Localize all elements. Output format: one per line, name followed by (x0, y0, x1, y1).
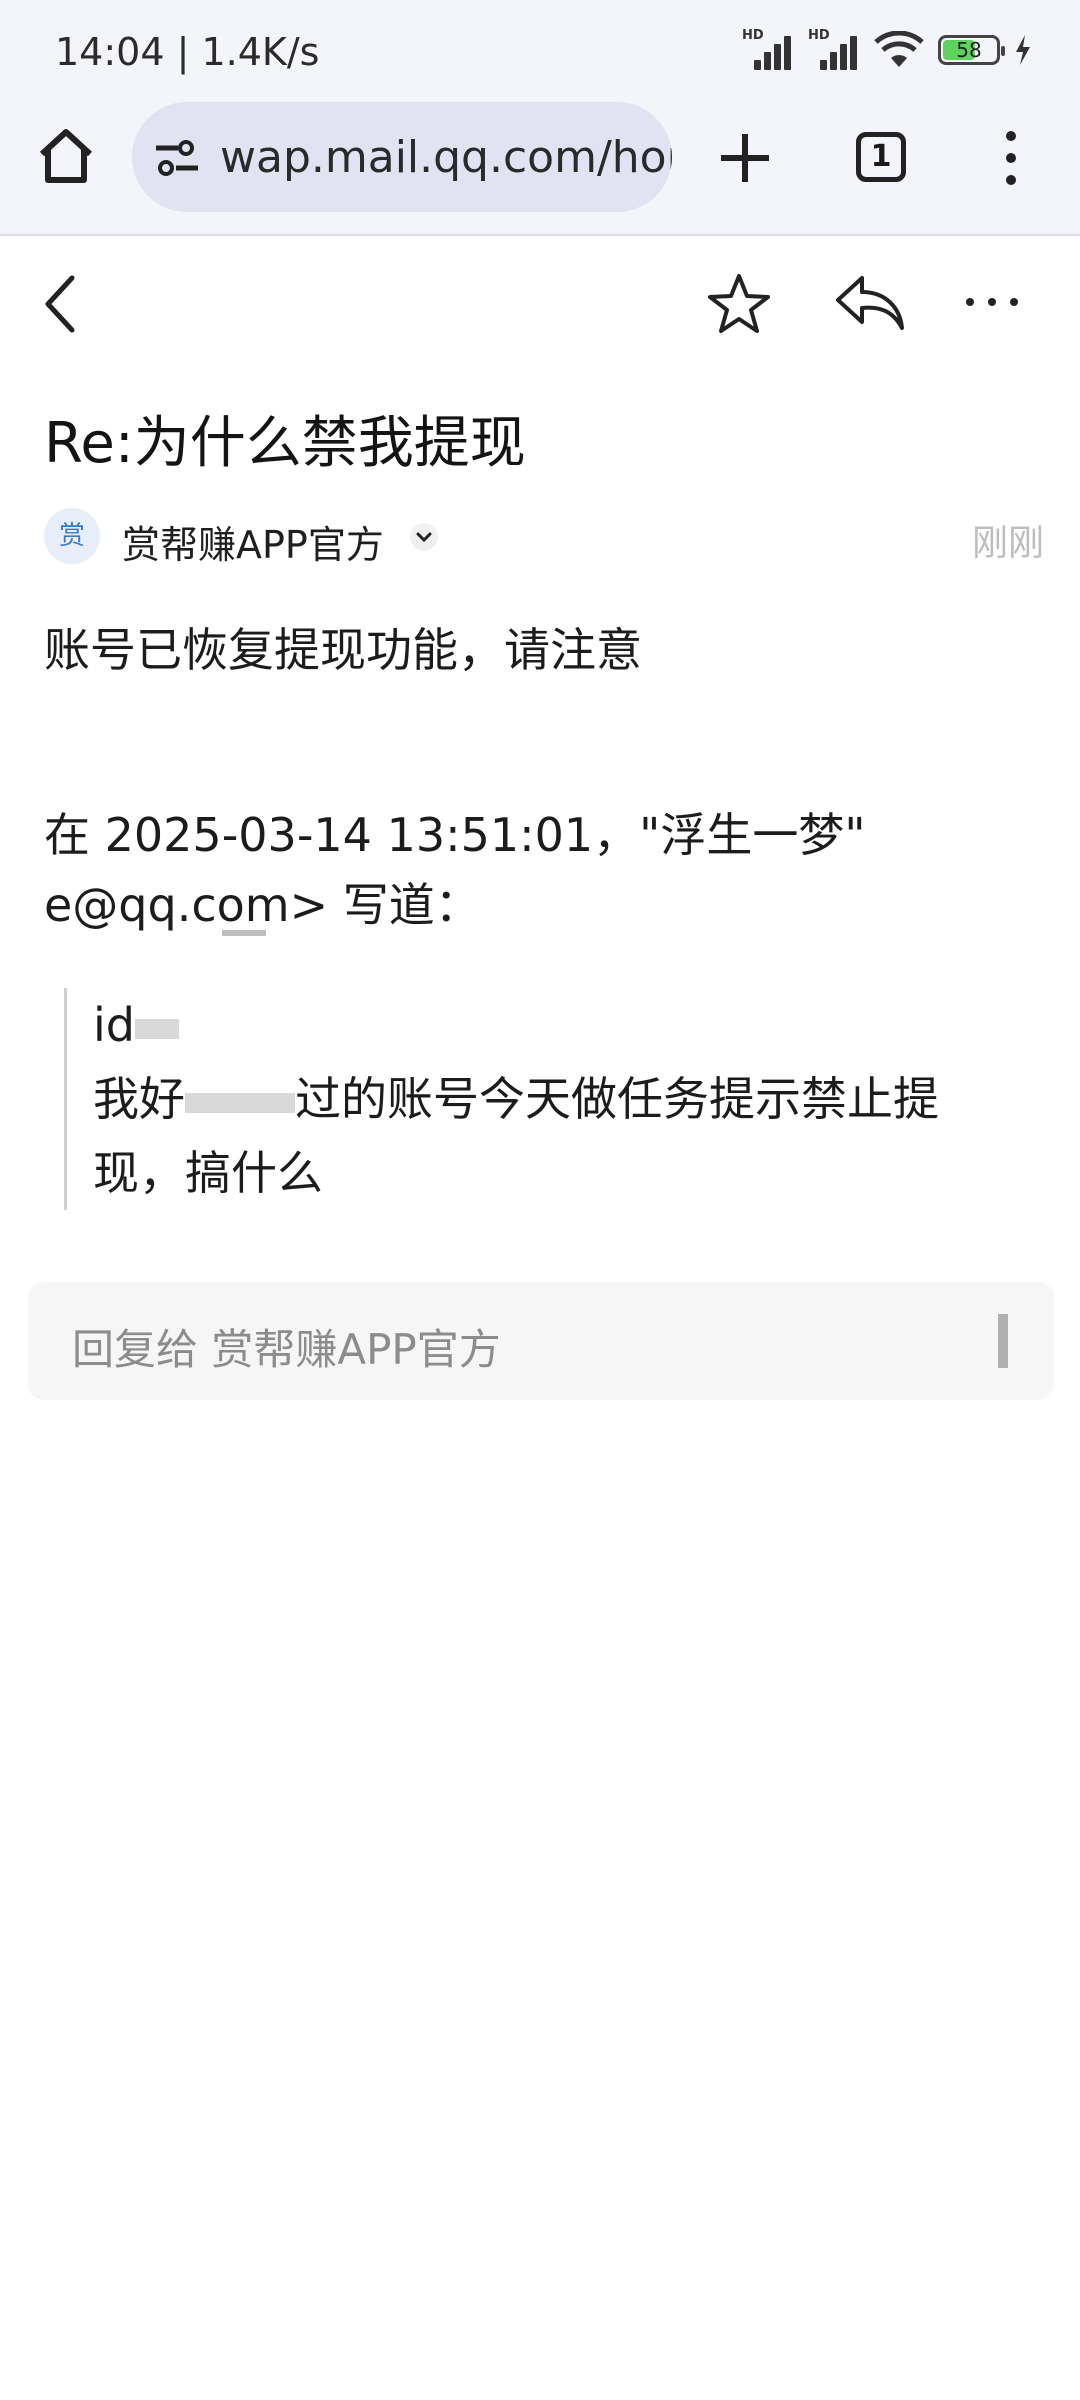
email-subject: Re:为什么禁我提现 (44, 411, 526, 476)
signal-hd-label: HD (742, 28, 764, 43)
home-icon[interactable] (34, 124, 98, 188)
signal-icon-2: HD (808, 28, 860, 70)
reply-input[interactable]: 回复给 赏帮赚APP官方 (28, 1282, 1054, 1400)
plus-icon[interactable] (715, 128, 775, 188)
reply-icon[interactable] (834, 272, 906, 334)
quote-line2: 我好 过的账号今天做任务提示禁止提 (93, 1062, 1044, 1136)
mail-header (0, 236, 1080, 366)
wifi-icon (874, 31, 924, 67)
quote-intro: 在 2025-03-14 13:51:01，"浮生一梦" e@qq.com> 写… (44, 800, 1044, 940)
sender-row[interactable]: 赏 赏帮赚APP官方 刚刚 (44, 508, 1044, 568)
sender-name[interactable]: 赏帮赚APP官方 (122, 514, 384, 569)
reply-cursor (998, 1314, 1008, 1368)
reply-placeholder: 回复给 赏帮赚APP官方 (72, 1325, 501, 1374)
redaction-mark (134, 1018, 179, 1039)
avatar[interactable]: 赏 (44, 508, 100, 564)
overflow-menu-icon[interactable] (996, 128, 1026, 188)
redaction-mark (185, 1092, 295, 1113)
signal-icon: HD (742, 28, 794, 70)
email-time: 刚刚 (971, 523, 1044, 564)
quote-line1: id (93, 988, 1044, 1062)
star-icon[interactable] (706, 272, 772, 338)
charging-icon (1016, 35, 1030, 65)
quoted-message: id 我好 过的账号今天做任务提示禁止提 现，搞什么 (64, 988, 1044, 1210)
browser-toolbar: wap.mail.qq.com/home 1 (0, 100, 1080, 236)
battery-level: 58 (956, 38, 982, 62)
quote-intro-line1: 在 2025-03-14 13:51:01，"浮生一梦" (44, 808, 866, 862)
chevron-down-icon[interactable] (409, 522, 439, 552)
redaction-mark (222, 930, 266, 936)
url-text[interactable]: wap.mail.qq.com/home (220, 132, 672, 183)
quote-line1-text: id (93, 998, 135, 1052)
status-bar: 14:04 | 1.4K/s HD HD 58 (0, 0, 1080, 100)
signal-hd-label-2: HD (808, 28, 830, 43)
quote-intro-line2: e@qq.com> 写道： (44, 878, 481, 932)
quote-line2-a: 我好 (93, 1072, 185, 1126)
email-body: 账号已恢复提现功能，请注意 (44, 623, 642, 677)
back-icon[interactable] (42, 272, 78, 336)
site-settings-icon[interactable] (154, 138, 200, 178)
quote-line2-b: 过的账号今天做任务提示禁止提 (295, 1072, 939, 1126)
status-time: 14:04 | 1.4K/s (55, 30, 320, 74)
more-icon[interactable] (962, 292, 1022, 312)
tabs-icon[interactable]: 1 (856, 132, 906, 182)
status-icons: HD HD 58 (742, 28, 1032, 70)
battery-icon: 58 (938, 35, 1005, 65)
address-bar[interactable]: wap.mail.qq.com/home (132, 102, 672, 212)
quote-line3: 现，搞什么 (93, 1146, 323, 1200)
